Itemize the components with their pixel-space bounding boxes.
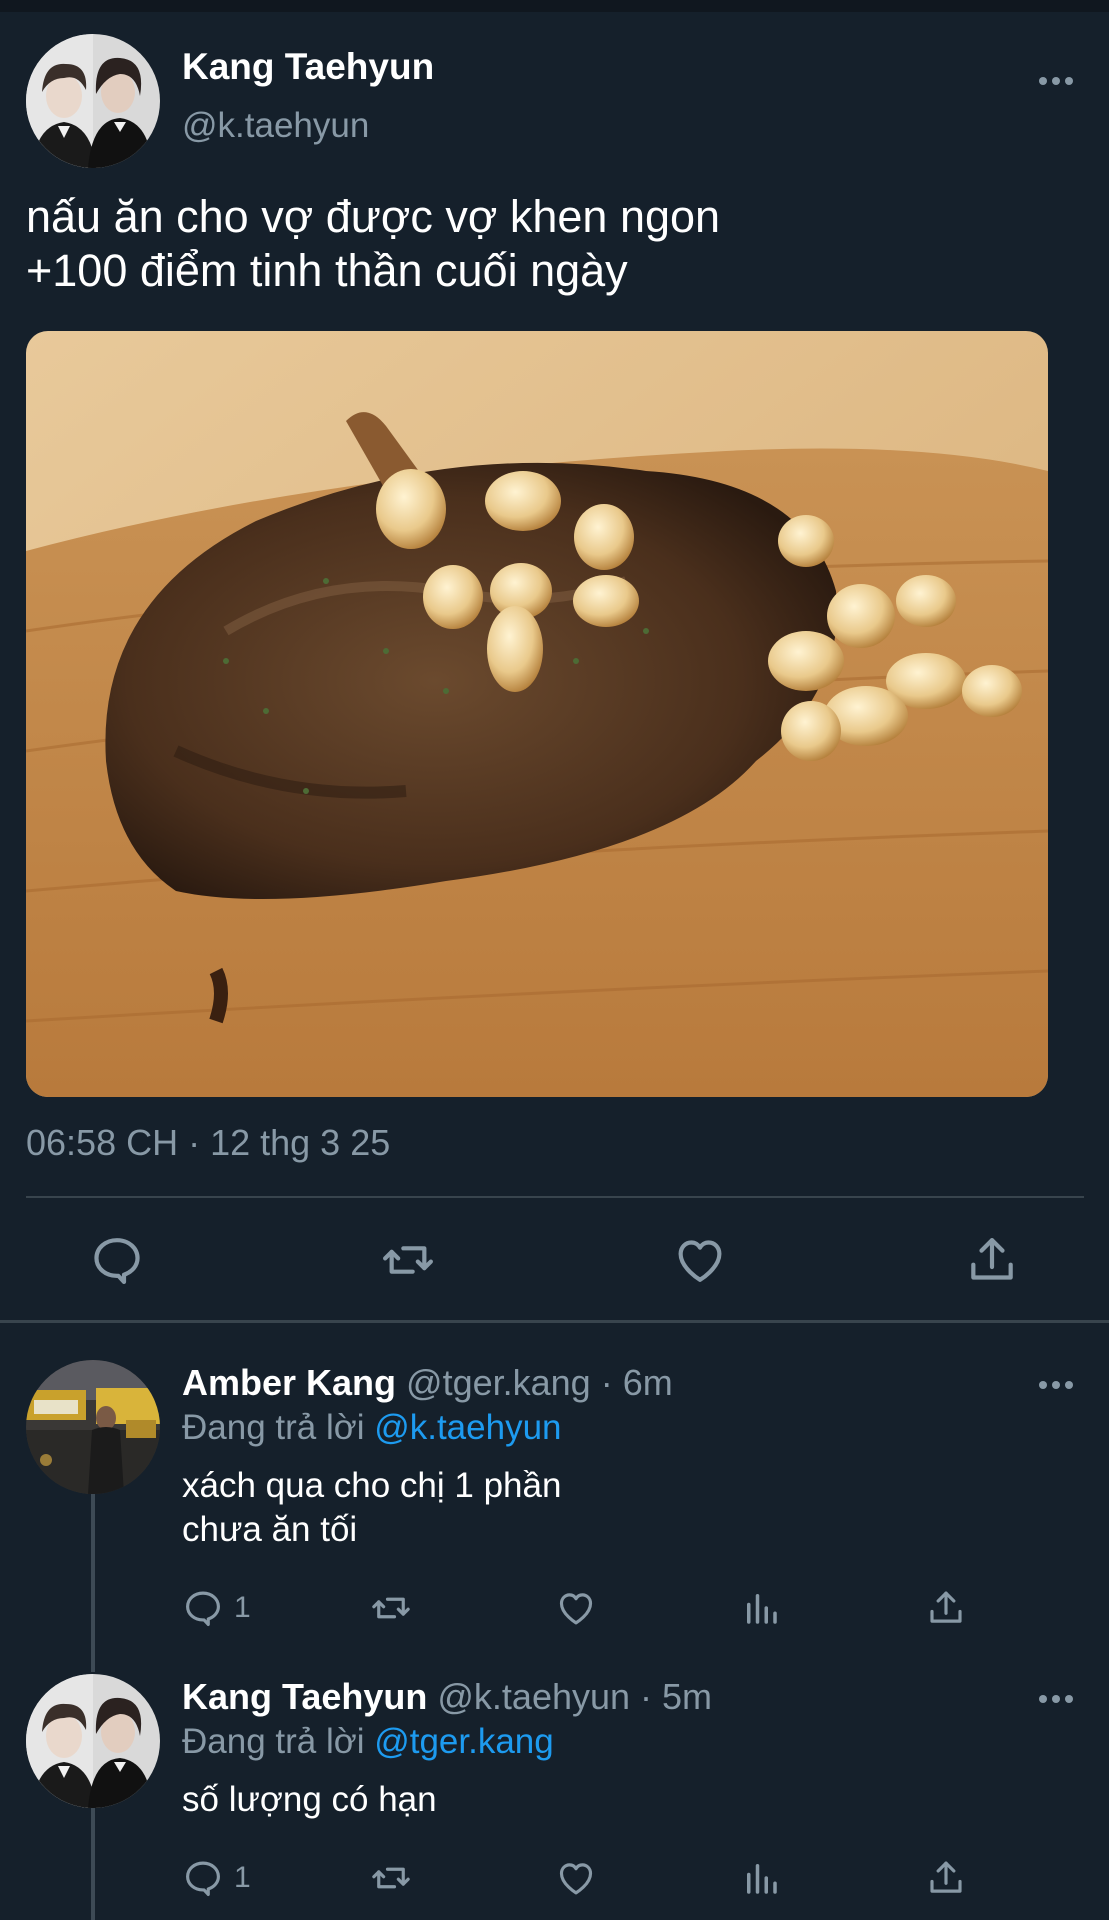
avatar[interactable]: [26, 1674, 160, 1808]
reply-text-line: chưa ăn tối: [182, 1510, 358, 1549]
retweet-icon[interactable]: [380, 1232, 436, 1288]
mention-link[interactable]: @k.taehyun: [374, 1408, 561, 1447]
analytics-icon[interactable]: [740, 1586, 782, 1630]
tweet-photo[interactable]: [26, 331, 1048, 1097]
reply-icon: [186, 1861, 220, 1897]
retweet-icon[interactable]: [370, 1586, 412, 1630]
like-icon[interactable]: [672, 1232, 728, 1288]
reply-icon: [186, 1591, 220, 1627]
thread-line: [91, 1492, 95, 1672]
reply-icon[interactable]: [89, 1232, 145, 1288]
reply-text: số lượng có hạn: [182, 1778, 437, 1822]
reply-button[interactable]: 1: [182, 1856, 251, 1900]
avatar[interactable]: [26, 1360, 160, 1494]
display-name[interactable]: Kang Taehyun: [182, 1676, 427, 1717]
share-icon[interactable]: [925, 1856, 967, 1900]
like-icon[interactable]: [555, 1856, 597, 1900]
reply-text-line: xách qua cho chị 1 phần: [182, 1466, 562, 1505]
retweet-icon[interactable]: [370, 1856, 412, 1900]
divider: [26, 1196, 1084, 1198]
replying-to: Đang trả lời @tger.kang: [182, 1722, 554, 1762]
top-edge: [0, 0, 1109, 12]
tweet-text: nấu ăn cho vợ được vợ khen ngon +100 điể…: [26, 190, 1066, 298]
tweet-timestamp[interactable]: 06:58 CH · 12 thg 3 25: [26, 1122, 390, 1164]
reply-button[interactable]: 1: [182, 1586, 251, 1630]
tweet-text-line: nấu ăn cho vợ được vợ khen ngon: [26, 191, 721, 242]
replying-to-label: Đang trả lời: [182, 1408, 365, 1447]
share-icon[interactable]: [964, 1232, 1020, 1288]
reply-header: Kang Taehyun @k.taehyun · 5m: [182, 1676, 712, 1718]
handle[interactable]: @k.taehyun: [182, 106, 369, 146]
reply-text: xách qua cho chị 1 phần chưa ăn tối: [182, 1464, 561, 1552]
replying-to: Đang trả lời @k.taehyun: [182, 1408, 562, 1448]
thread-line: [91, 1806, 95, 1920]
mention-link[interactable]: @tger.kang: [374, 1722, 554, 1761]
replying-to-label: Đang trả lời: [182, 1722, 365, 1761]
reply-header: Amber Kang @tger.kang · 6m: [182, 1362, 673, 1404]
display-name[interactable]: Kang Taehyun: [182, 46, 434, 88]
section-separator: [0, 1320, 1109, 1323]
handle-and-time[interactable]: @k.taehyun · 5m: [437, 1676, 712, 1717]
share-icon[interactable]: [925, 1586, 967, 1630]
more-options-icon[interactable]: [1038, 1378, 1074, 1390]
reply-text-line: số lượng có hạn: [182, 1780, 437, 1819]
like-icon[interactable]: [555, 1586, 597, 1630]
reply-count: 1: [234, 1861, 251, 1894]
avatar[interactable]: [26, 34, 160, 168]
analytics-icon[interactable]: [740, 1856, 782, 1900]
reply-count: 1: [234, 1591, 251, 1624]
tweet-text-line: +100 điểm tinh thần cuối ngày: [26, 245, 628, 296]
handle-and-time[interactable]: @tger.kang · 6m: [406, 1362, 673, 1403]
display-name[interactable]: Amber Kang: [182, 1362, 396, 1403]
more-options-icon[interactable]: [1038, 74, 1074, 86]
more-options-icon[interactable]: [1038, 1692, 1074, 1704]
